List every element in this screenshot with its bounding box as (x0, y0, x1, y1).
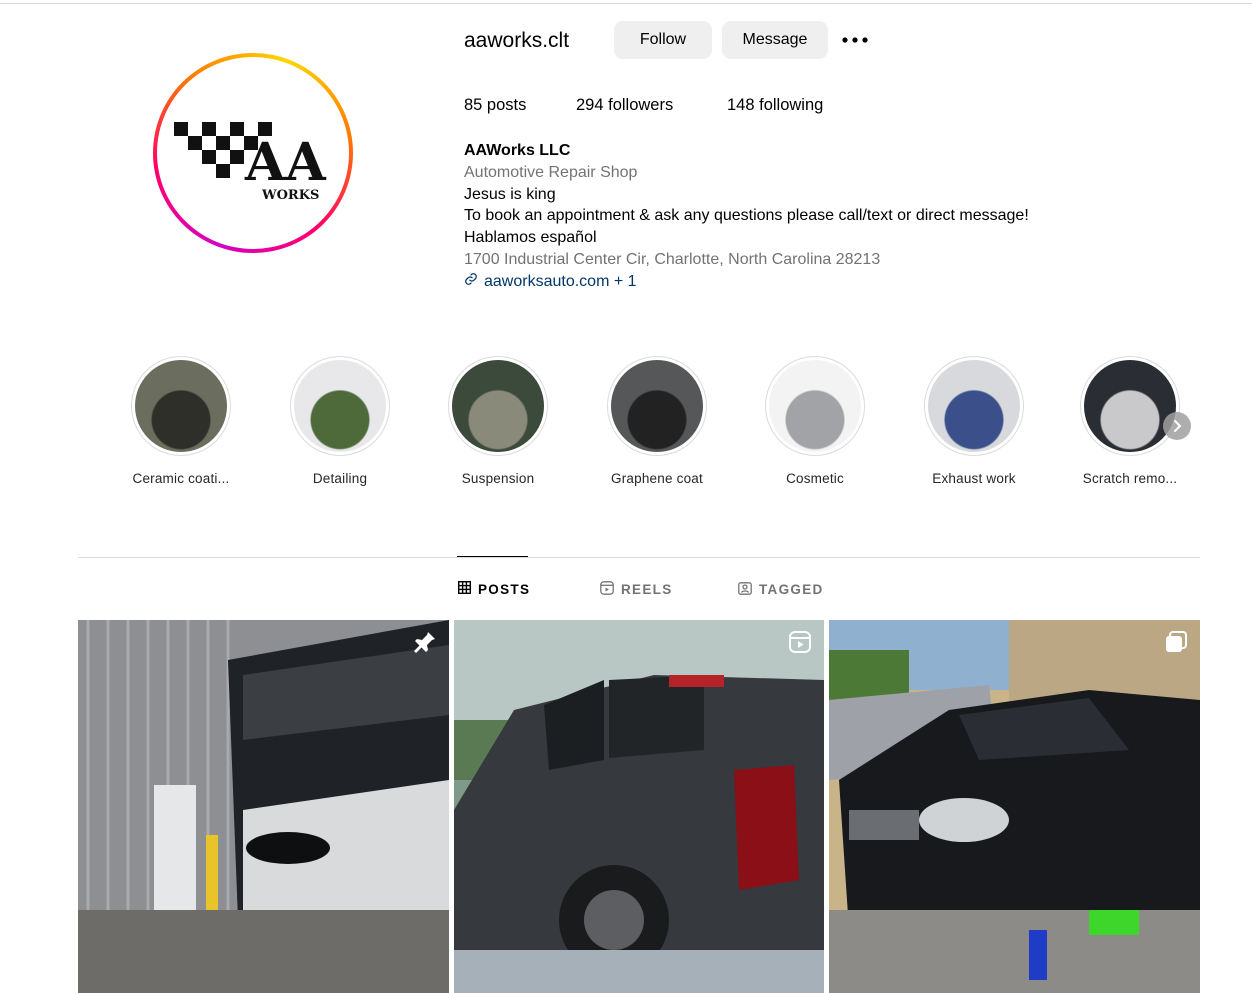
carousel-icon (1164, 630, 1188, 654)
top-divider (0, 3, 1252, 4)
profile-username: aaworks.clt (464, 29, 570, 52)
highlights-next-icon[interactable] (1163, 412, 1191, 440)
tab-posts[interactable]: POSTS (457, 580, 531, 597)
profile-link-text[interactable]: aaworksauto.com + 1 (484, 271, 637, 293)
followers-count[interactable]: 294 followers (576, 96, 673, 115)
tab-reels[interactable]: REELS (600, 581, 673, 598)
bio-line-3: Hablamos español (464, 229, 597, 247)
tab-tagged[interactable]: TAGGED (738, 581, 824, 598)
profile-address[interactable]: 1700 Industrial Center Cir, Charlotte, N… (464, 249, 1029, 271)
highlight-ring (765, 356, 865, 456)
story-highlight[interactable]: Cosmetic (735, 356, 895, 486)
profile-link[interactable]: aaworksauto.com + 1 (464, 271, 1029, 293)
tab-reels-label: REELS (621, 582, 673, 597)
highlight-label: Scratch remo... (1082, 471, 1178, 486)
pin-icon (413, 630, 437, 654)
highlight-thumbnail (452, 360, 544, 452)
profile-category: Automotive Repair Shop (464, 163, 638, 181)
highlight-label: Graphene coat (611, 471, 703, 486)
story-highlight[interactable]: Suspension (418, 356, 578, 486)
highlight-ring (924, 356, 1024, 456)
post-image-truck (454, 620, 824, 993)
tab-tagged-label: TAGGED (759, 582, 824, 597)
message-button[interactable]: Message (722, 21, 828, 59)
story-highlight[interactable]: Exhaust work (894, 356, 1054, 486)
aaworks-logo: AA WORKS (162, 62, 344, 244)
posts-count: 85 posts (464, 96, 527, 114)
highlight-ring (290, 356, 390, 456)
tagged-icon (738, 581, 752, 598)
logo-text: AA (244, 132, 326, 193)
profile-bio: AAWorks LLC Automotive Repair Shop Jesus… (464, 140, 1029, 293)
link-icon (464, 271, 478, 293)
highlight-ring (1080, 356, 1180, 456)
reels-icon (600, 581, 614, 598)
follow-button[interactable]: Follow (614, 21, 712, 59)
story-highlight[interactable]: Detailing (260, 356, 420, 486)
profile-name: AAWorks LLC (464, 142, 571, 159)
highlight-ring (448, 356, 548, 456)
highlight-label: Detailing (312, 471, 368, 486)
highlight-ring (131, 356, 231, 456)
tabs-divider (78, 557, 1200, 558)
highlight-label: Ceramic coati... (132, 471, 230, 486)
grid-icon (457, 580, 472, 597)
highlight-thumbnail (928, 360, 1020, 452)
bio-line-1: Jesus is king (464, 185, 556, 203)
highlight-thumbnail (135, 360, 227, 452)
post-tile[interactable] (829, 620, 1200, 993)
highlight-label: Cosmetic (786, 471, 844, 486)
highlight-ring (607, 356, 707, 456)
logo-subtext: WORKS (261, 188, 319, 203)
post-image-garage (78, 620, 449, 993)
post-image-suv (829, 620, 1200, 993)
post-tile[interactable] (78, 620, 449, 993)
highlight-thumbnail (611, 360, 703, 452)
following-count[interactable]: 148 following (727, 96, 823, 115)
tab-posts-label: POSTS (478, 581, 531, 597)
highlight-thumbnail (294, 360, 386, 452)
post-tile[interactable] (454, 620, 824, 993)
story-highlight[interactable]: Graphene coat (577, 356, 737, 486)
more-options-icon[interactable] (840, 26, 870, 54)
reel-icon (788, 630, 812, 654)
profile-avatar[interactable]: AA WORKS (153, 53, 353, 253)
highlight-label: Suspension (461, 471, 535, 486)
highlight-thumbnail (1084, 360, 1176, 452)
highlight-thumbnail (769, 360, 861, 452)
story-highlight[interactable]: Ceramic coati... (101, 356, 261, 486)
active-tab-indicator (457, 556, 528, 557)
highlight-label: Exhaust work (932, 471, 1016, 486)
bio-line-2: To book an appointment & ask any questio… (464, 207, 1029, 225)
